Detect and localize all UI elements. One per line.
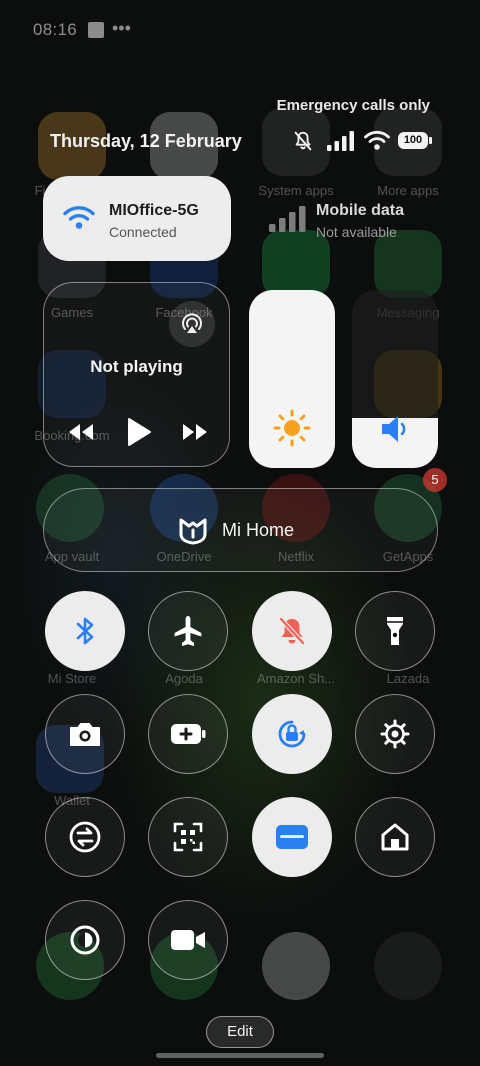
battery-saver-toggle[interactable] — [148, 694, 228, 774]
brightness-icon-wrap — [249, 408, 335, 448]
edit-button[interactable]: Edit — [206, 1016, 274, 1048]
home-icon — [381, 823, 409, 851]
flashlight-toggle[interactable] — [355, 591, 435, 671]
flashlight-icon — [387, 617, 403, 645]
bluetooth-icon — [76, 617, 94, 645]
speaker-icon — [382, 416, 406, 442]
bell-off-icon — [278, 616, 306, 646]
mute-status-icon — [294, 131, 312, 151]
camera-icon — [70, 723, 100, 746]
bg-app-label: Lazada — [386, 671, 430, 686]
bluetooth-toggle[interactable] — [45, 591, 125, 671]
wifi-tile[interactable]: MIOffice-5G Connected — [43, 176, 231, 261]
mobile-data-status: Not available — [316, 224, 397, 240]
mute-toggle[interactable] — [252, 591, 332, 671]
notification-icon — [88, 22, 104, 38]
play-icon[interactable] — [126, 417, 152, 447]
previous-icon[interactable] — [66, 421, 96, 443]
wifi-status: Connected — [109, 224, 177, 240]
status-icons: 100 — [290, 128, 440, 154]
media-player: Not playing — [43, 282, 230, 467]
bg-app-label: Amazon Sh... — [256, 671, 336, 686]
sync-icon — [69, 821, 101, 853]
sync-toggle[interactable] — [45, 797, 125, 877]
volume-icon-wrap — [352, 414, 438, 444]
bg-app-icon — [262, 932, 330, 1000]
mi-home-icon — [179, 518, 207, 545]
next-icon[interactable] — [180, 421, 210, 443]
airplane-icon — [174, 616, 202, 646]
mobile-signal-icon — [269, 206, 306, 232]
screenshot-toggle[interactable] — [45, 694, 125, 774]
rotation-lock-icon — [278, 720, 306, 748]
battery-tip-icon — [429, 137, 432, 144]
home-toggle[interactable] — [355, 797, 435, 877]
mi-home-label: Mi Home — [222, 520, 295, 540]
bg-app-icon — [374, 932, 442, 1000]
wallet-icon — [276, 825, 308, 849]
battery-level: 100 — [403, 134, 423, 146]
scanner-toggle[interactable] — [148, 797, 228, 877]
media-status: Not playing — [90, 357, 183, 376]
wifi-network-name: MIOffice-5G — [109, 202, 199, 219]
qr-scan-icon — [173, 822, 203, 852]
signal-icon — [327, 131, 354, 151]
date-text: Thursday, 12 February — [50, 131, 242, 151]
sun-icon — [273, 409, 311, 447]
mobile-data-label: Mobile data — [316, 202, 405, 219]
gear-icon — [380, 719, 410, 749]
battery-icon: 100 — [398, 132, 428, 149]
mi-home-tile[interactable]: Mi Home — [43, 488, 438, 572]
bg-app-label: Agoda — [165, 671, 203, 686]
notification-badge: 5 — [423, 468, 447, 492]
emergency-calls-text: Emergency calls only — [276, 97, 430, 114]
dark-mode-toggle[interactable] — [45, 900, 125, 980]
cast-icon — [182, 313, 202, 333]
cast-button[interactable] — [169, 301, 215, 347]
video-camera-icon — [171, 930, 205, 950]
video-toolbox-toggle[interactable] — [148, 900, 228, 980]
volume-slider[interactable] — [352, 290, 438, 468]
settings-toggle[interactable] — [355, 694, 435, 774]
bg-app-label: Mi Store — [47, 671, 97, 686]
mobile-data-tile[interactable]: Mobile data Not available — [250, 176, 438, 261]
airplane-mode-toggle[interactable] — [148, 591, 228, 671]
rotation-lock-toggle[interactable] — [252, 694, 332, 774]
more-notifications-icon: ••• — [112, 18, 131, 38]
battery-plus-icon — [171, 724, 206, 744]
home-indicator[interactable] — [156, 1053, 324, 1058]
brightness-slider[interactable] — [249, 290, 335, 468]
wallet-toggle[interactable] — [252, 797, 332, 877]
dark-mode-icon — [70, 925, 100, 955]
wifi-status-icon — [364, 130, 390, 150]
wifi-icon — [63, 206, 95, 229]
status-time: 08:16 — [33, 20, 78, 39]
